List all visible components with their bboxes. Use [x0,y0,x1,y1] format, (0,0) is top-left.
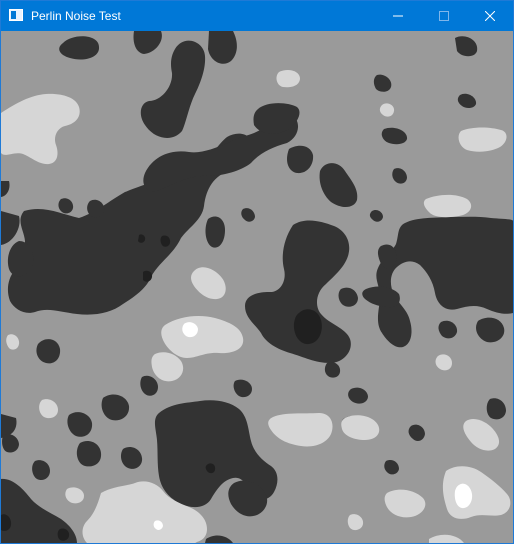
app-window-icon [9,9,23,21]
minimize-button[interactable] [375,1,421,31]
close-icon [485,11,495,21]
noise-map [1,31,513,543]
perlin-noise-canvas[interactable] [1,31,513,543]
maximize-icon [439,11,449,21]
close-button[interactable] [467,1,513,31]
maximize-button[interactable] [421,1,467,31]
minimize-icon [393,15,403,17]
title-bar[interactable]: Perlin Noise Test [1,1,513,31]
app-window: Perlin Noise Test [0,0,514,544]
window-title: Perlin Noise Test [31,9,121,23]
